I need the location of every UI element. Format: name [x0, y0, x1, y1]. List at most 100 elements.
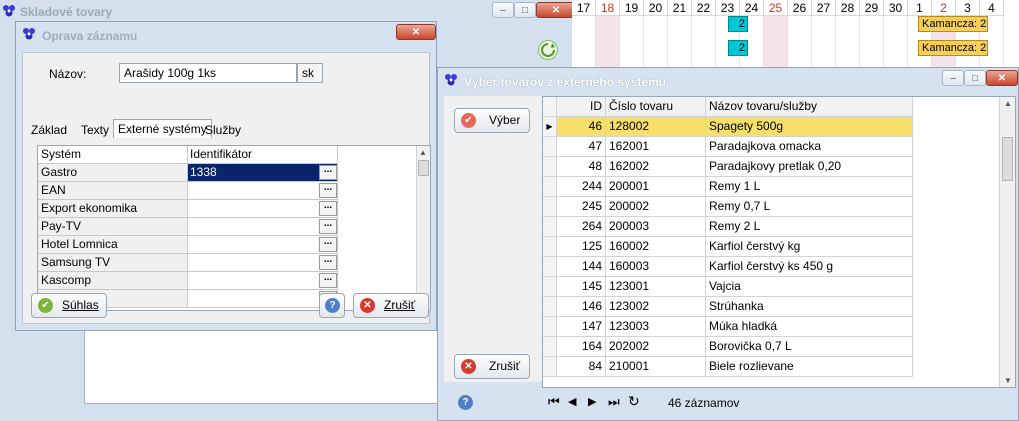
row-indicator-icon [543, 137, 557, 157]
column-header-system[interactable]: Systém [38, 146, 188, 164]
occupancy-marker[interactable]: 2 [728, 16, 748, 32]
tab-sluzby[interactable]: Služby [201, 121, 245, 139]
code-cell: 123003 [606, 317, 706, 337]
lookup-button[interactable]: ... [319, 273, 337, 288]
bg-minimize-button[interactable]: – [492, 2, 514, 18]
table-row[interactable]: 84 210001 Biele rozlievane [543, 357, 913, 377]
row-indicator-icon [543, 237, 557, 257]
row-indicator-icon [543, 357, 557, 377]
goods-grid: ID Číslo tovaru Názov tovaru/služby ▶ 46 1280… [542, 96, 1016, 388]
table-row[interactable]: 147 123003 Múka hladká [543, 317, 913, 337]
table-row[interactable]: Pay-TV... [38, 218, 338, 236]
next-record-icon[interactable]: ▶ [588, 395, 596, 408]
system-cell: EAN [38, 182, 188, 200]
column-header-name[interactable]: Názov tovaru/služby [706, 97, 913, 117]
table-row[interactable]: 244 200001 Remy 1 L [543, 177, 913, 197]
select-maximize-button[interactable]: □ [964, 70, 986, 86]
vertical-scrollbar[interactable]: ▲▼ [416, 146, 430, 310]
select-cancel-button[interactable]: ✕ Zrušiť [454, 354, 530, 379]
lookup-button[interactable]: ... [319, 201, 337, 216]
table-row[interactable]: ▶ 46 128002 Spagety 500g [543, 117, 913, 137]
ok-button[interactable]: ✔ Súhlas [31, 293, 107, 318]
reservation-block[interactable]: Kamancza: 2 [918, 40, 988, 56]
scroll-up-icon[interactable]: ▲ [1004, 99, 1012, 108]
identifier-cell[interactable]: ... [188, 254, 338, 272]
table-row[interactable]: 145 123001 Vajcia [543, 277, 913, 297]
identifier-cell[interactable]: ... [188, 182, 338, 200]
last-record-icon[interactable]: ⏭ [608, 394, 620, 410]
vertical-scrollbar[interactable]: ▲▼ [999, 97, 1015, 387]
lookup-button[interactable]: ... [319, 183, 337, 198]
column-header-identifier[interactable]: Identifikátor [188, 146, 338, 164]
lookup-button[interactable]: ... [319, 237, 337, 252]
refresh-records-icon[interactable]: ↻ [628, 393, 640, 410]
identifier-cell[interactable]: ... [188, 272, 338, 290]
select-button-label: Výber [489, 113, 521, 127]
code-cell: 128002 [606, 117, 706, 137]
lookup-button[interactable]: ... [319, 165, 337, 180]
bg-maximize-button[interactable]: □ [514, 2, 536, 18]
identifier-cell[interactable]: ... [188, 218, 338, 236]
tab-texty[interactable]: Texty [77, 121, 113, 139]
calendar-day-header: 25 [764, 0, 788, 16]
id-cell: 145 [557, 277, 606, 297]
select-close-button[interactable]: ✕ [986, 70, 1018, 86]
help-icon: ? [325, 298, 340, 313]
code-cell: 160002 [606, 237, 706, 257]
name-cell: Karfiol čerstvý kg [706, 237, 913, 257]
first-record-icon[interactable]: ⏮ [548, 394, 560, 410]
lookup-button[interactable]: ... [319, 255, 337, 270]
name-label: Názov: [49, 67, 87, 81]
scroll-down-icon[interactable]: ▼ [1004, 376, 1012, 385]
calendar-day-header: 28 [836, 0, 860, 16]
table-row[interactable]: EAN... [38, 182, 338, 200]
calendar-day-header: 21 [668, 0, 692, 16]
cancel-button[interactable]: ✕ Zrušiť [353, 293, 429, 318]
table-row[interactable]: 245 200002 Remy 0,7 L [543, 197, 913, 217]
table-row[interactable]: 146 123002 Strúhanka [543, 297, 913, 317]
name-cell: Borovička 0,7 L [706, 337, 913, 357]
table-row[interactable]: 144 160003 Karfiol čerstvý ks 450 g [543, 257, 913, 277]
language-field[interactable]: sk [297, 63, 323, 83]
table-row[interactable]: Hotel Lomnica... [38, 236, 338, 254]
lookup-button[interactable]: ... [319, 219, 337, 234]
id-cell: 245 [557, 197, 606, 217]
scroll-thumb[interactable] [1002, 137, 1013, 181]
row-indicator-icon: ▶ [543, 117, 557, 137]
code-cell: 200001 [606, 177, 706, 197]
id-cell: 84 [557, 357, 606, 377]
calendar-day-header: 29 [860, 0, 884, 16]
bg-close-button[interactable]: ✕ [536, 2, 576, 18]
table-row[interactable]: 164 202002 Borovička 0,7 L [543, 337, 913, 357]
row-indicator-icon [543, 297, 557, 317]
refresh-icon[interactable] [538, 40, 558, 60]
table-row[interactable]: Samsung TV... [38, 254, 338, 272]
scroll-thumb[interactable] [418, 160, 429, 176]
table-row[interactable]: 264 200003 Remy 2 L [543, 217, 913, 237]
help-icon[interactable]: ? [458, 395, 473, 410]
identifier-cell[interactable]: 1338... [188, 164, 338, 182]
previous-record-icon[interactable]: ◀ [568, 395, 576, 408]
column-header-code[interactable]: Číslo tovaru [606, 97, 706, 117]
row-indicator-icon [543, 157, 557, 177]
identifier-cell[interactable]: ... [188, 236, 338, 254]
table-row[interactable]: 48 162002 Paradajkovy pretlak 0,20 [543, 157, 913, 177]
table-row[interactable]: 125 160002 Karfiol čerstvý kg [543, 237, 913, 257]
identifier-cell[interactable]: ... [188, 200, 338, 218]
identifier-cell[interactable]: ... [188, 290, 338, 308]
help-button[interactable]: ? [319, 293, 345, 318]
scroll-up-icon[interactable]: ▲ [419, 148, 427, 157]
dialog-close-button[interactable]: ✕ [396, 24, 436, 40]
column-header-id[interactable]: ID [557, 97, 606, 117]
table-row[interactable]: 47 162001 Paradajkova omacka [543, 137, 913, 157]
name-field[interactable]: Arašidy 100g 1ks [119, 63, 297, 83]
select-minimize-button[interactable]: – [942, 70, 964, 86]
table-row[interactable]: Kascomp... [38, 272, 338, 290]
tab-zaklad[interactable]: Základ [27, 121, 71, 139]
tab-externe-systemy[interactable]: Externé systémy [113, 119, 212, 138]
table-row[interactable]: Export ekonomika... [38, 200, 338, 218]
occupancy-marker[interactable]: 2 [728, 40, 748, 56]
select-button[interactable]: ✔ Výber [454, 108, 530, 133]
reservation-block[interactable]: Kamancza: 2 [918, 16, 988, 32]
table-row[interactable]: Gastro 1338... [38, 164, 338, 182]
